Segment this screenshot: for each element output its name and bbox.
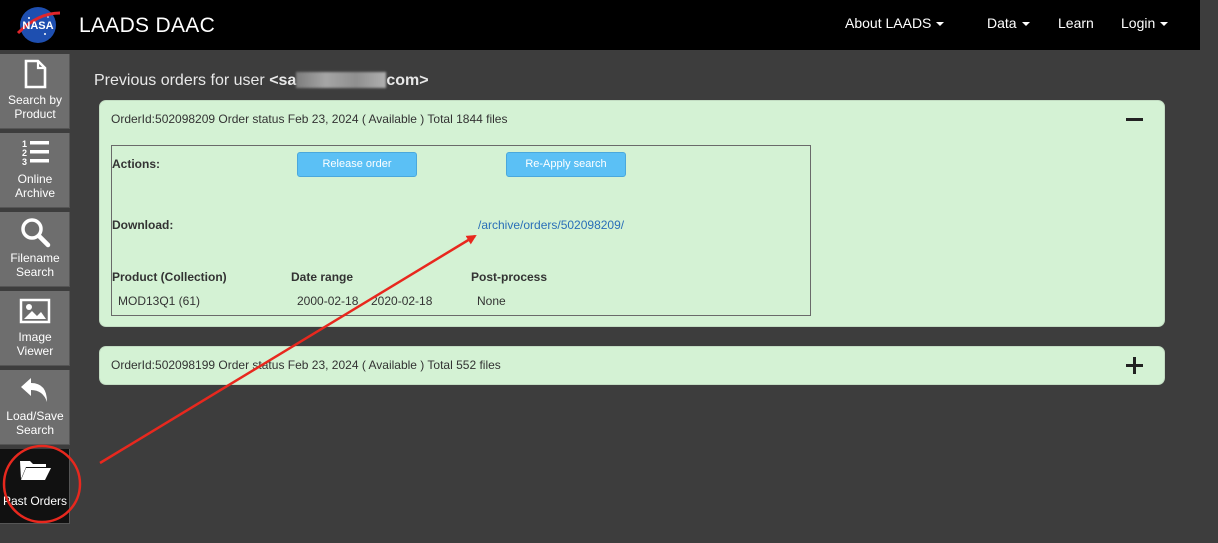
nav-about-label: About LAADS (845, 15, 932, 31)
release-order-button[interactable]: Release order (297, 152, 417, 177)
order-details-box: Actions: Release order Re-Apply search D… (111, 145, 811, 316)
column-date-range: Date range (291, 270, 354, 284)
actions-label: Actions: (112, 157, 160, 171)
page-scrollbar[interactable] (1200, 0, 1218, 543)
sidebar-label: Search (15, 265, 55, 279)
nav-about[interactable]: About LAADS (845, 15, 945, 31)
column-post-process: Post-process (471, 270, 548, 284)
folder-open-icon (20, 461, 51, 480)
redacted-email-blur (296, 72, 387, 88)
collapse-minus-icon[interactable] (1126, 118, 1143, 121)
expand-plus-icon[interactable] (1126, 357, 1143, 374)
user-email: <sa com> (269, 72, 429, 89)
order-panel-expanded: OrderId:502098209 Order status Feb 23, 2… (99, 100, 1165, 327)
nav-login-label: Login (1121, 15, 1156, 31)
order-header[interactable]: OrderId:502098209 Order status Feb 23, 2… (111, 112, 507, 126)
sidebar-item-past-orders[interactable]: Past Orders (0, 449, 70, 524)
logo-text: NASA (22, 20, 53, 32)
column-product: Product (Collection) (112, 270, 227, 284)
title-prefix: Previous orders for user (94, 72, 265, 89)
download-link[interactable]: /archive/orders/502098209/ (478, 218, 624, 232)
sidebar-label: Product (14, 107, 56, 121)
sidebar-label: Filename (10, 251, 60, 265)
nav-data[interactable]: Data (987, 15, 1030, 31)
date-end-value: 2020-02-18 (371, 294, 433, 308)
sidebar-item-load-save-search[interactable]: Load/Save Search (0, 370, 70, 445)
chevron-down-icon (1160, 22, 1169, 27)
order-panel-collapsed: OrderId:502098199 Order status Feb 23, 2… (99, 346, 1165, 385)
sidebar-item-filename-search[interactable]: Filename Search (0, 212, 70, 287)
search-icon (21, 218, 51, 248)
sidebar-label: Image (18, 330, 52, 344)
sidebar-label: Search (15, 423, 55, 437)
sidebar-item-online-archive[interactable]: 1 2 3 Online Archive (0, 133, 70, 208)
order-header[interactable]: OrderId:502098199 Order status Feb 23, 2… (111, 358, 501, 372)
sidebar-label: Archive (14, 186, 55, 200)
sidebar-label: Load/Save (6, 409, 64, 423)
top-navbar: NASA LAADS DAAC About LAADS Data Learn L… (0, 0, 1200, 50)
sidebar-item-search-by-product[interactable]: Search by Product (0, 54, 70, 129)
sidebar-label: Past Orders (2, 494, 68, 508)
date-start-value: 2000-02-18 (297, 294, 359, 308)
user-email-start: <sa (269, 72, 297, 89)
sidebar-label: Online (17, 172, 53, 186)
undo-icon (21, 378, 47, 402)
sidebar-label: Search by (7, 93, 63, 107)
chevron-down-icon (936, 22, 945, 27)
nav-learn[interactable]: Learn (1058, 15, 1094, 31)
brand-title[interactable]: LAADS DAAC (79, 14, 215, 38)
nav-login[interactable]: Login (1121, 15, 1169, 31)
sidebar-item-image-viewer[interactable]: Image Viewer (0, 291, 70, 366)
sidebar-label: Viewer (16, 344, 54, 358)
reapply-search-button[interactable]: Re-Apply search (506, 152, 626, 177)
image-icon (19, 298, 51, 324)
nav-data-label: Data (987, 15, 1017, 31)
chevron-down-icon (1021, 22, 1030, 27)
svg-text:3: 3 (22, 157, 27, 167)
page-title: Previous orders for user <sa com> (94, 72, 429, 90)
list-ordered-icon: 1 2 3 (22, 139, 49, 167)
product-value: MOD13Q1 (61) (118, 294, 201, 308)
post-process-value: None (477, 294, 506, 308)
nasa-logo-icon[interactable]: NASA (14, 5, 62, 45)
file-icon (24, 59, 47, 89)
download-label: Download: (112, 218, 174, 232)
user-email-end: com> (386, 72, 429, 89)
